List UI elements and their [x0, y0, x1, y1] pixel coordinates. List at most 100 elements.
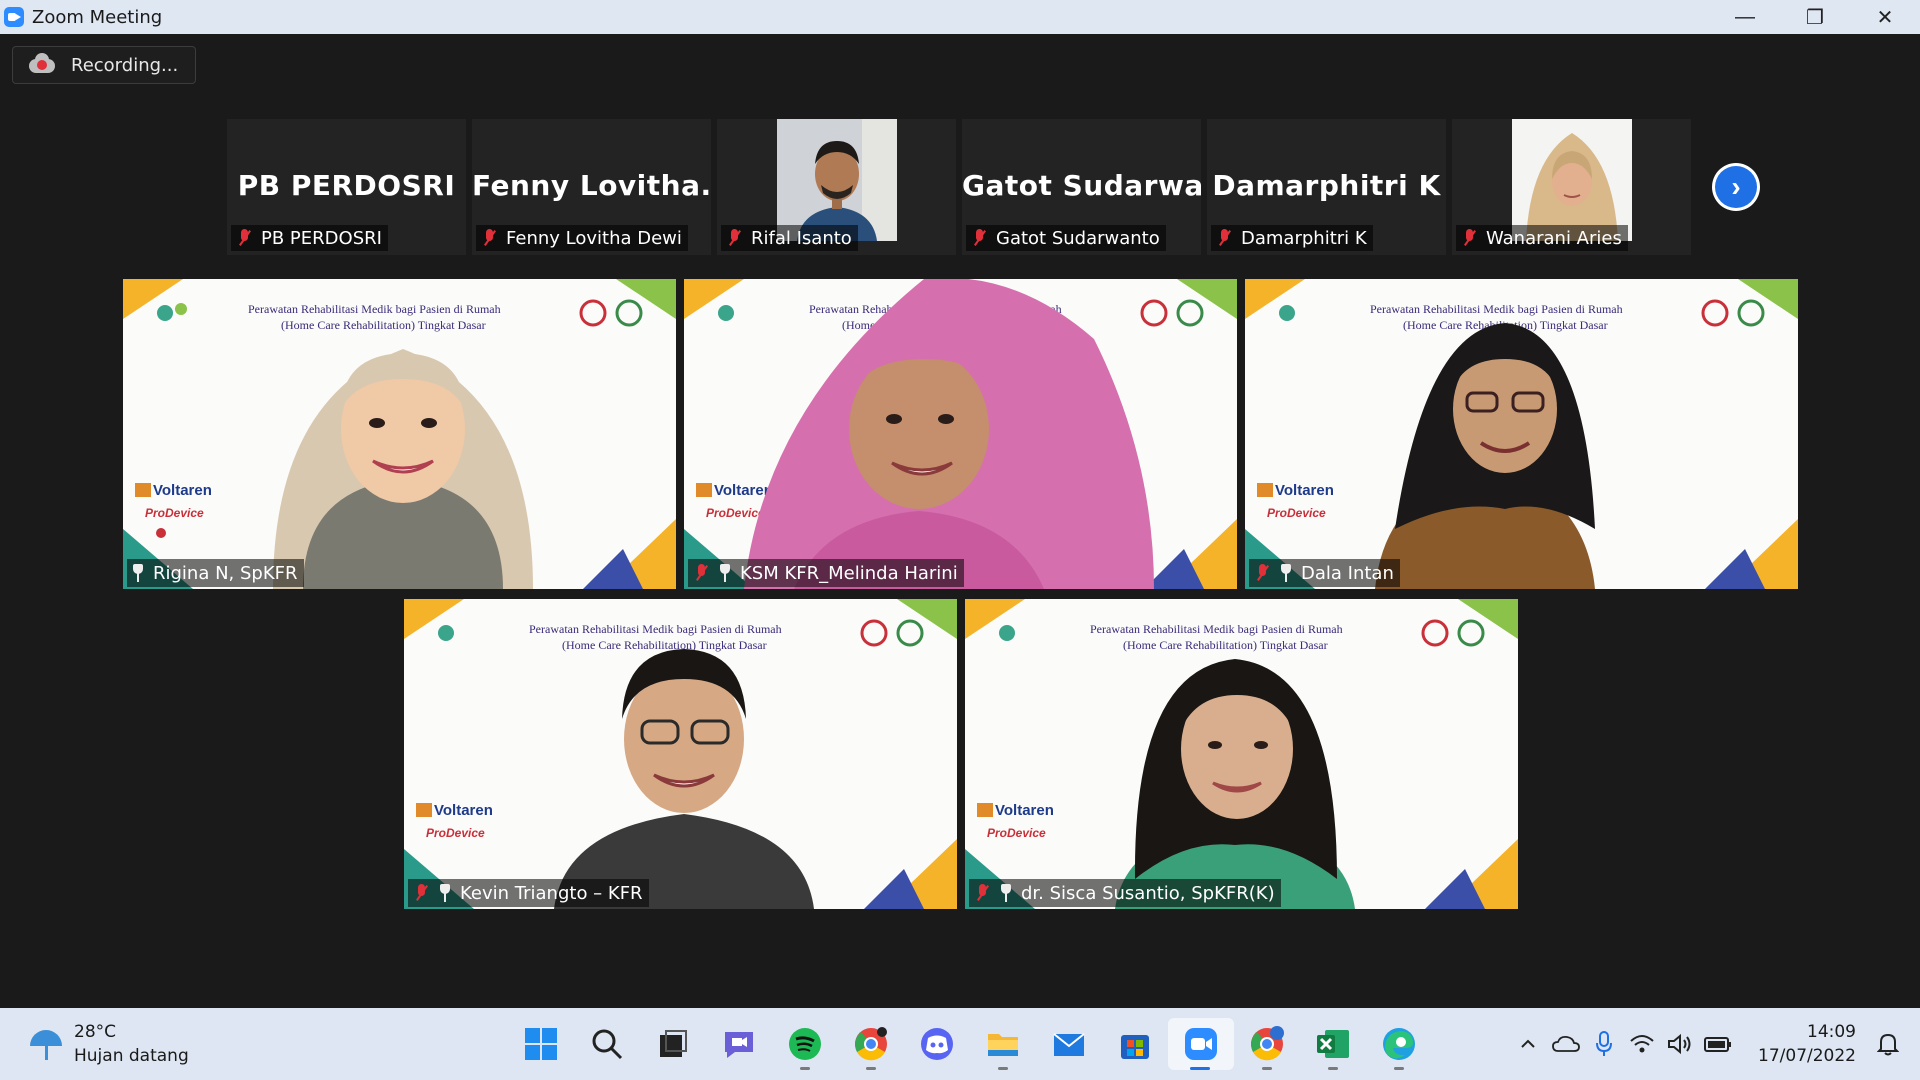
next-page-button[interactable]: › [1712, 163, 1760, 211]
windows-icon [525, 1028, 557, 1060]
video-tile[interactable]: Voltaren ProDevice Perawatan Rehabilitas… [684, 279, 1237, 589]
clock[interactable]: 14:09 17/07/2022 [1758, 1020, 1856, 1068]
file-explorer-button[interactable] [970, 1018, 1036, 1070]
weather-widget[interactable]: 28°C Hujan datang [28, 1020, 189, 1068]
search-button[interactable] [574, 1018, 640, 1070]
rain-umbrella-icon [28, 1024, 64, 1064]
participant-name-tag: Rifal Isanto [721, 225, 858, 251]
video-tile[interactable]: Voltaren ProDevice Perawatan Rehabilitas… [404, 599, 957, 909]
participant-name: Wanarani Aries [1486, 227, 1622, 249]
meeting-area: Recording... PB PERDOSRI PB PERDOSRI Fen… [0, 34, 1920, 1008]
participant-name: KSM KFR_Melinda Harini [740, 562, 958, 584]
teams-chat-button[interactable] [706, 1018, 772, 1070]
start-button[interactable] [508, 1018, 574, 1070]
chevron-right-icon: › [1715, 166, 1757, 208]
mail-button[interactable] [1036, 1018, 1102, 1070]
strip-tile[interactable]: PB PERDOSRI PB PERDOSRI [227, 119, 466, 255]
volume-button[interactable] [1662, 1026, 1698, 1062]
participant-name-tag: Kevin Triangto – KFR [408, 879, 649, 907]
participant-name: Damarphitri K [1241, 227, 1367, 249]
show-hidden-icons-button[interactable] [1510, 1026, 1546, 1062]
svg-text:(Home Care Rehabilitation) Tin: (Home Care Rehabilitation) Tingkat Dasar [562, 638, 767, 652]
participant-name-tag: Gatot Sudarwanto [966, 225, 1166, 251]
excel-button[interactable] [1300, 1018, 1366, 1070]
chrome-button[interactable] [838, 1018, 904, 1070]
participant-name-tag: KSM KFR_Melinda Harini [688, 559, 964, 587]
edge-button[interactable] [1366, 1018, 1432, 1070]
participant-name-tag: Wanarani Aries [1456, 225, 1628, 251]
minimize-button[interactable]: — [1710, 0, 1780, 34]
microphone-button[interactable] [1586, 1026, 1622, 1062]
zoom-button[interactable] [1168, 1018, 1234, 1070]
svg-text:Perawatan Rehabilitasi Medik b: Perawatan Rehabilitasi Medik bagi Pasien… [529, 622, 782, 636]
participant-display-name: Fenny Lovitha... [472, 169, 711, 202]
mic-muted-icon [692, 563, 710, 583]
strip-tile[interactable]: Gatot Sudarwa... Gatot Sudarwanto [962, 119, 1201, 255]
svg-text:Perawatan Rehabilitasi Medik b: Perawatan Rehabilitasi Medik bagi Pasien… [1370, 302, 1623, 316]
strip-tile[interactable]: Damarphitri K Damarphitri K [1207, 119, 1446, 255]
participant-name-tag: Damarphitri K [1211, 225, 1373, 251]
discord-icon [921, 1028, 953, 1060]
participant-name: Gatot Sudarwanto [996, 227, 1160, 249]
mic-muted-icon [725, 228, 743, 248]
pin-icon [999, 883, 1013, 903]
pin-icon [718, 563, 732, 583]
participant-video [776, 119, 897, 241]
search-icon [592, 1029, 623, 1060]
title-bar: Zoom Meeting — ❐ ✕ [0, 0, 1920, 34]
notifications-button[interactable] [1870, 1026, 1906, 1062]
svg-text:Perawatan Rehabilitasi Medik b: Perawatan Rehabilitasi Medik bagi Pasien… [1090, 622, 1343, 636]
strip-tile[interactable]: Wanarani Aries [1452, 119, 1691, 255]
participant-strip: PB PERDOSRI PB PERDOSRI Fenny Lovitha...… [227, 119, 1697, 259]
mic-muted-icon [412, 883, 430, 903]
speaker-icon [1668, 1033, 1691, 1055]
participant-video: Perawatan Rehabilitasi Medik bagi Pasien… [744, 279, 1154, 589]
mic-muted-icon [480, 228, 498, 248]
video-tile[interactable]: Voltaren ProDevice Perawatan Rehabilitas… [123, 279, 676, 589]
participant-name: dr. Sisca Susantio, SpKFR(K) [1021, 882, 1275, 904]
participant-name-tag: Rigina N, SpKFR [127, 559, 304, 587]
chrome-profile-icon [1251, 1026, 1284, 1061]
strip-tile[interactable]: Fenny Lovitha... Fenny Lovitha Dewi [472, 119, 711, 255]
strip-tile[interactable]: Rifal Isanto [717, 119, 956, 255]
weather-description: Hujan datang [74, 1046, 189, 1066]
onedrive-button[interactable] [1548, 1026, 1584, 1062]
mail-icon [1053, 1033, 1085, 1056]
microsoft-store-button[interactable] [1102, 1018, 1168, 1070]
cloud-icon [1552, 1035, 1580, 1052]
wifi-button[interactable] [1624, 1026, 1660, 1062]
window-title: Zoom Meeting [32, 6, 163, 28]
participant-name: Rifal Isanto [751, 227, 852, 249]
store-icon [1121, 1035, 1149, 1059]
pin-icon [131, 563, 145, 583]
participant-display-name: Gatot Sudarwa... [962, 169, 1201, 202]
close-button[interactable]: ✕ [1850, 0, 1920, 34]
recording-indicator[interactable]: Recording... [12, 46, 196, 84]
microphone-icon [1596, 1031, 1613, 1056]
restore-button[interactable]: ❐ [1780, 0, 1850, 34]
discord-button[interactable] [904, 1018, 970, 1070]
taskbar-apps [508, 1018, 1432, 1070]
participant-display-name: PB PERDOSRI [237, 169, 456, 202]
svg-text:Perawatan Rehabilitasi Medik b: Perawatan Rehabilitasi Medik bagi Pasien… [248, 302, 501, 316]
chevron-up-icon [1521, 1039, 1535, 1048]
svg-text:(Home Care Rehabilitation) Tin: (Home Care Rehabilitation) Tingkat Dasar [1123, 638, 1328, 652]
mic-muted-icon [973, 883, 991, 903]
participant-display-name: Damarphitri K [1212, 169, 1441, 202]
participant-name: PB PERDOSRI [261, 227, 382, 249]
mic-muted-icon [1460, 228, 1478, 248]
battery-button[interactable] [1700, 1026, 1736, 1062]
spotify-button[interactable] [772, 1018, 838, 1070]
system-tray: 14:09 17/07/2022 [1510, 1008, 1920, 1080]
chrome-profile-button[interactable] [1234, 1018, 1300, 1070]
participant-video: Perawatan Rehabilitasi Medik bagi Pasien… [1090, 622, 1355, 909]
clock-time: 14:09 [1807, 1022, 1856, 1042]
cloud-recording-icon [29, 53, 55, 75]
task-view-button[interactable] [640, 1018, 706, 1070]
video-tile[interactable]: Voltaren ProDevice Perawatan Rehabilitas… [965, 599, 1518, 909]
task-view-icon [660, 1030, 687, 1057]
weather-temperature: 28°C [74, 1022, 117, 1042]
video-tile[interactable]: Voltaren ProDevice Perawatan Rehabilitas… [1245, 279, 1798, 589]
svg-text:(Home Care Rehabilitation) Tin: (Home Care Rehabilitation) Tingkat Dasar [281, 318, 486, 332]
participant-video: Perawatan Rehabilitasi Medik bagi Pasien… [1370, 302, 1623, 589]
